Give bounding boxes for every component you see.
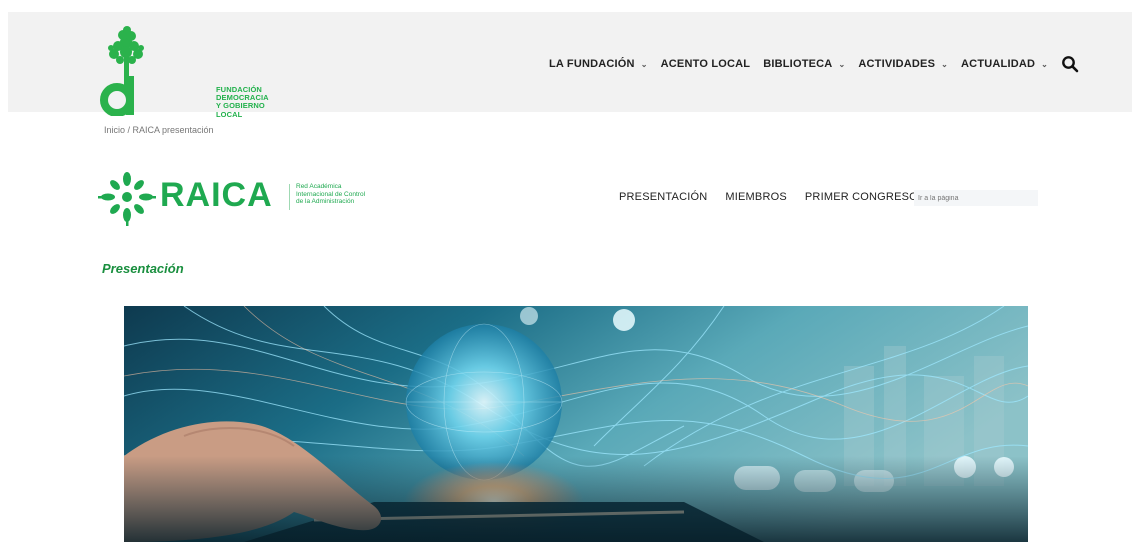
fundacion-logo-text: FUNDACIÓN DEMOCRACIA Y GOBIERNO LOCAL [216, 85, 269, 119]
raica-flower-icon [98, 172, 156, 226]
chevron-down-icon: ⌄ [1041, 59, 1049, 69]
main-nav: LA FUNDACIÓN ⌄ ACENTO LOCAL BIBLIOTECA ⌄ A… [549, 55, 1079, 73]
chevron-down-icon: ⌄ [941, 59, 949, 69]
nav-item-actualidad[interactable]: ACTUALIDAD ⌄ [961, 58, 1048, 70]
raica-nav-miembros[interactable]: MIEMBROS [725, 191, 787, 203]
raica-wordmark: RAICA [160, 176, 273, 214]
tree-logo-icon [100, 26, 144, 117]
raica-nav: PRESENTACIÓN MIEMBROS PRIMER CONGRESO [619, 191, 918, 203]
logo-divider [289, 184, 290, 210]
search-icon[interactable] [1061, 55, 1079, 73]
breadcrumb[interactable]: Inicio / RAICA presentación [104, 125, 214, 135]
raica-nav-presentacion[interactable]: PRESENTACIÓN [619, 191, 707, 203]
nav-item-acento-local[interactable]: ACENTO LOCAL [661, 58, 751, 70]
page-select-input[interactable] [914, 190, 1038, 206]
page-title: Presentación [102, 261, 184, 276]
hero-image [124, 306, 1028, 542]
chevron-down-icon: ⌄ [640, 59, 648, 69]
nav-item-biblioteca[interactable]: BIBLIOTECA ⌄ [763, 58, 845, 70]
raica-nav-primer-congreso[interactable]: PRIMER CONGRESO [805, 191, 918, 203]
raica-subtitle: Red Académica Internacional de Control d… [296, 183, 366, 205]
fundacion-logo[interactable]: FUNDACIÓN DEMOCRACIA Y GOBIERNO LOCAL [96, 24, 269, 118]
chevron-down-icon: ⌄ [838, 59, 846, 69]
nav-item-actividades[interactable]: ACTIVIDADES ⌄ [858, 58, 948, 70]
nav-item-la-fundacion[interactable]: LA FUNDACIÓN ⌄ [549, 58, 648, 70]
raica-logo[interactable]: RAICA Red Académica Internacional de Con… [96, 167, 396, 227]
